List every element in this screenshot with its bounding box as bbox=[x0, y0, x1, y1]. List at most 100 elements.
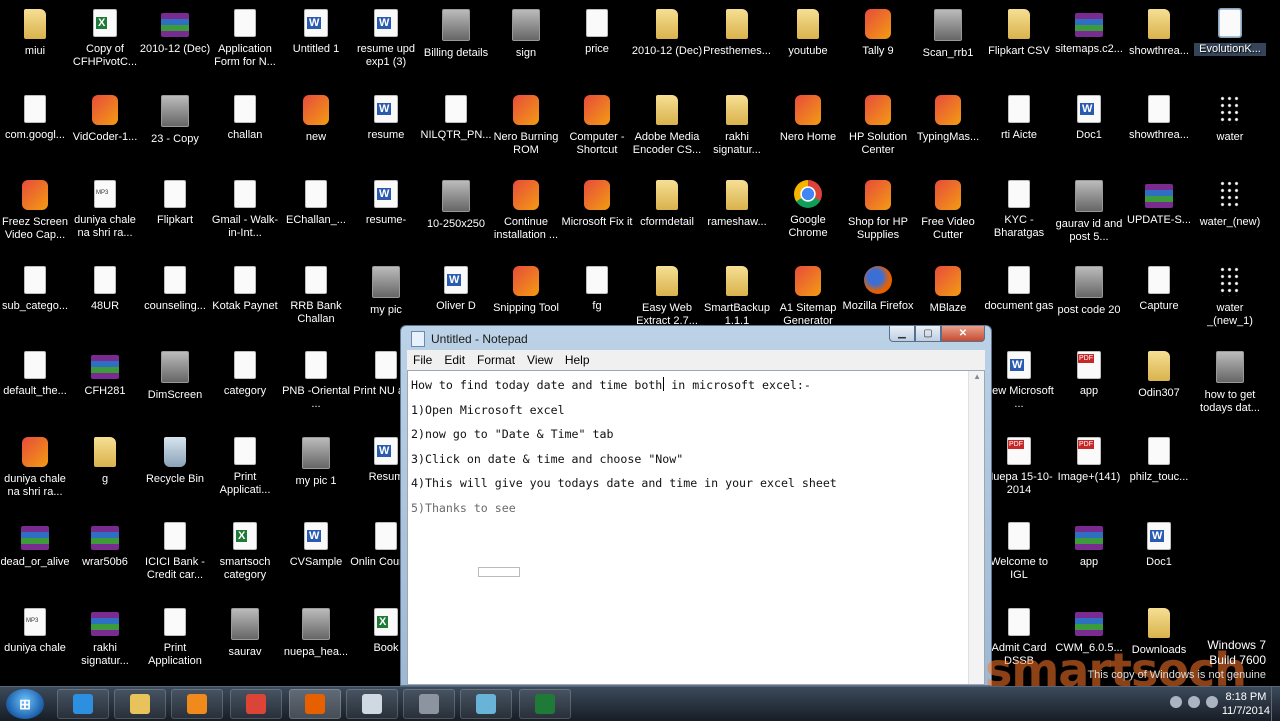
desktop-icon[interactable]: Nero Home bbox=[773, 89, 843, 174]
desktop-icon[interactable]: Kotak Paynet bbox=[210, 260, 280, 345]
desktop-icon[interactable]: resume bbox=[351, 89, 421, 174]
desktop-icon[interactable]: Microsoft Fix it bbox=[562, 174, 632, 259]
desktop-icon[interactable]: Tally 9 bbox=[843, 3, 913, 88]
notepad-content[interactable]: How to find today date and time both in … bbox=[411, 373, 968, 520]
desktop-icon[interactable]: Free Video Cutter bbox=[913, 174, 983, 259]
desktop-icon[interactable]: EvolutionK... bbox=[1194, 3, 1266, 88]
desktop-icon[interactable]: Nero Burning ROM bbox=[491, 89, 561, 174]
desktop-icon[interactable]: Gmail - Walk-in-Int... bbox=[210, 174, 280, 259]
desktop-icon[interactable]: Doc1 bbox=[1124, 516, 1194, 601]
desktop-icon[interactable]: water bbox=[1195, 89, 1265, 174]
desktop-icon[interactable]: Computer - Shortcut bbox=[562, 89, 632, 174]
desktop-icon[interactable]: Recycle Bin bbox=[140, 431, 210, 516]
desktop-icon[interactable]: rameshaw... bbox=[702, 174, 772, 259]
desktop-icon[interactable]: Adobe Media Encoder CS... bbox=[632, 89, 702, 174]
desktop-icon[interactable]: app bbox=[1054, 516, 1124, 601]
desktop-icon[interactable]: how to get todays dat... bbox=[1195, 345, 1265, 430]
desktop-icon[interactable]: resume upd exp1 (3) bbox=[351, 3, 421, 88]
desktop-icon[interactable]: CVSample bbox=[281, 516, 351, 601]
desktop-icon[interactable]: cformdetail bbox=[632, 174, 702, 259]
desktop-icon[interactable]: youtube bbox=[773, 3, 843, 88]
desktop-icon[interactable]: New Microsoft ... bbox=[984, 345, 1054, 430]
desktop-icon[interactable]: sub_catego... bbox=[0, 260, 70, 345]
desktop-icon[interactable]: smartsoch category bbox=[210, 516, 280, 601]
taskbar-google-chrome-button[interactable] bbox=[230, 689, 282, 719]
desktop-icon[interactable]: duniya chale na shri ra... bbox=[70, 174, 140, 259]
vertical-scrollbar[interactable]: ▲ bbox=[968, 371, 984, 684]
notepad-text-area[interactable]: How to find today date and time both in … bbox=[407, 370, 985, 685]
desktop-icon[interactable]: document gas bbox=[984, 260, 1054, 345]
desktop-icon[interactable]: Freez Screen Video Cap... bbox=[0, 174, 70, 259]
desktop-icon[interactable]: nuepa_hea... bbox=[281, 602, 351, 687]
desktop-icon[interactable]: NILQTR_PN... bbox=[421, 89, 491, 174]
desktop-icon[interactable]: resume- bbox=[351, 174, 421, 259]
desktop-icon[interactable]: RRB Bank Challan bbox=[281, 260, 351, 345]
menu-edit[interactable]: Edit bbox=[438, 353, 471, 367]
desktop-icon[interactable]: UPDATE-S... bbox=[1124, 174, 1194, 259]
action-center-icon[interactable] bbox=[1206, 696, 1218, 708]
taskbar-windows-explorer-button[interactable] bbox=[114, 689, 166, 719]
desktop-icon[interactable]: CFH281 bbox=[70, 345, 140, 430]
desktop-icon[interactable]: default_the... bbox=[0, 345, 70, 430]
desktop-icon[interactable]: VidCoder-1... bbox=[70, 89, 140, 174]
desktop-icon[interactable]: ICICI Bank - Credit car... bbox=[140, 516, 210, 601]
taskbar-camera-app-button[interactable] bbox=[403, 689, 455, 719]
desktop-icon[interactable]: g bbox=[70, 431, 140, 516]
desktop-icon[interactable]: PNB -Oriental ... bbox=[281, 345, 351, 430]
desktop-icon[interactable]: Odin307 bbox=[1124, 345, 1194, 430]
desktop-icon[interactable]: HP Solution Center bbox=[843, 89, 913, 174]
desktop-icon[interactable]: DimScreen bbox=[140, 345, 210, 430]
desktop-icon[interactable]: Scan_rrb1 bbox=[913, 3, 983, 88]
show-desktop-button[interactable] bbox=[1271, 687, 1280, 721]
desktop-icon[interactable]: Google Chrome bbox=[773, 174, 843, 259]
desktop-icon[interactable]: Print Applicati... bbox=[210, 431, 280, 516]
desktop-icon[interactable]: Untitled 1 bbox=[281, 3, 351, 88]
desktop-icon[interactable]: com.googl... bbox=[0, 89, 70, 174]
desktop-icon[interactable]: Capture bbox=[1124, 260, 1194, 345]
desktop-icon[interactable]: my pic 1 bbox=[281, 431, 351, 516]
menu-view[interactable]: View bbox=[521, 353, 559, 367]
desktop-icon[interactable]: TypingMas... bbox=[913, 89, 983, 174]
desktop-icon[interactable]: KYC - Bharatgas bbox=[984, 174, 1054, 259]
desktop-icon[interactable]: philz_touc... bbox=[1124, 431, 1194, 516]
desktop-icon[interactable]: dead_or_alive bbox=[0, 516, 70, 601]
taskbar-pen-tool-button[interactable] bbox=[460, 689, 512, 719]
desktop-icon[interactable]: counseling... bbox=[140, 260, 210, 345]
desktop-icon[interactable]: category bbox=[210, 345, 280, 430]
desktop-icon[interactable]: miui bbox=[0, 3, 70, 88]
desktop-icon[interactable]: saurav bbox=[210, 602, 280, 687]
desktop-icon[interactable]: 2010-12 (Dec) bbox=[140, 3, 210, 88]
desktop-icon[interactable]: duniya chale bbox=[0, 602, 70, 687]
desktop-icon[interactable]: EChallan_... bbox=[281, 174, 351, 259]
desktop-icon[interactable]: Image+(141) bbox=[1054, 431, 1124, 516]
desktop-icon[interactable]: showthrea... bbox=[1124, 3, 1194, 88]
desktop-icon[interactable]: sign bbox=[491, 3, 561, 88]
taskbar-notepad-button[interactable] bbox=[346, 689, 398, 719]
desktop-icon[interactable]: wrar50b6 bbox=[70, 516, 140, 601]
desktop-icon[interactable]: rakhi signatur... bbox=[702, 89, 772, 174]
desktop-icon[interactable]: Continue installation ... bbox=[491, 174, 561, 259]
desktop-icon[interactable]: showthrea... bbox=[1124, 89, 1194, 174]
desktop-icon[interactable]: duniya chale na shri ra... bbox=[0, 431, 70, 516]
desktop-icon[interactable]: new bbox=[281, 89, 351, 174]
menu-file[interactable]: File bbox=[407, 353, 438, 367]
desktop-icon[interactable]: Application Form for N... bbox=[210, 3, 280, 88]
desktop-icon[interactable]: app bbox=[1054, 345, 1124, 430]
desktop-icon[interactable]: Print Application bbox=[140, 602, 210, 687]
notepad-titlebar[interactable]: Untitled - Notepad bbox=[411, 330, 528, 348]
desktop-icon[interactable]: Billing details bbox=[421, 3, 491, 88]
desktop-icon[interactable]: Flipkart bbox=[140, 174, 210, 259]
scroll-up-icon[interactable]: ▲ bbox=[973, 372, 981, 381]
desktop-icon[interactable]: Copy of CFHPivotC... bbox=[70, 3, 140, 88]
desktop-icon[interactable]: Shop for HP Supplies bbox=[843, 174, 913, 259]
desktop-icon[interactable]: Nuepa 15-10-2014 bbox=[984, 431, 1054, 516]
desktop-icon[interactable]: challan bbox=[210, 89, 280, 174]
close-button[interactable]: ✕ bbox=[941, 326, 985, 342]
maximize-button[interactable]: ▢ bbox=[915, 326, 941, 342]
desktop-icon[interactable]: Presthemes... bbox=[702, 3, 772, 88]
desktop-icon[interactable]: rti Aicte bbox=[984, 89, 1054, 174]
desktop-icon[interactable]: gaurav id and post 5... bbox=[1054, 174, 1124, 259]
desktop-icon[interactable]: post code 20 bbox=[1054, 260, 1124, 345]
desktop-icon[interactable]: 10-250x250 bbox=[421, 174, 491, 259]
minimize-button[interactable]: ▁ bbox=[889, 326, 915, 342]
